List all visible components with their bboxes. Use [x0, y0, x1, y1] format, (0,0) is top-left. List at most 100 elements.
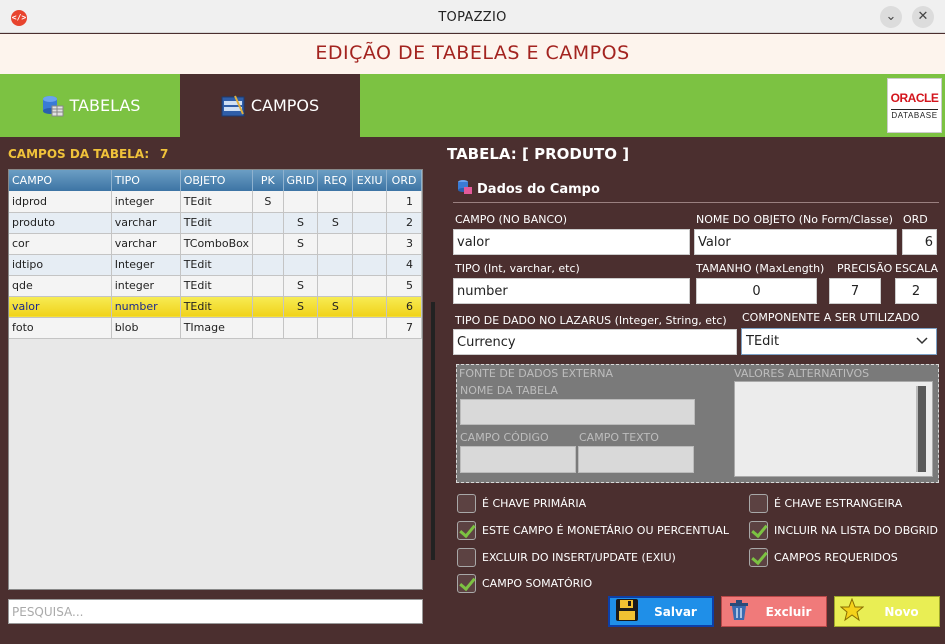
checkbox-box[interactable]	[457, 548, 476, 567]
cell-campo[interactable]: produto	[9, 212, 112, 234]
campo-codigo-field[interactable]	[460, 446, 576, 473]
cell-tipo[interactable]: number	[111, 296, 181, 318]
cell-objeto[interactable]: TEdit	[180, 254, 254, 276]
col-header-ord[interactable]: ORD	[386, 170, 422, 191]
close-button[interactable]: ✕	[912, 6, 934, 28]
tab-campos[interactable]: CAMPOS	[180, 74, 360, 137]
excluir-button[interactable]: Excluir	[721, 596, 827, 627]
checkbox-box-checked[interactable]	[749, 521, 768, 540]
cell-pk[interactable]	[252, 296, 284, 318]
cell-req[interactable]: S	[317, 296, 354, 318]
salvar-button[interactable]: Salvar	[608, 596, 714, 627]
cell-campo[interactable]: idprod	[9, 191, 112, 213]
cell-grid[interactable]: S	[283, 296, 319, 318]
cell-tipo[interactable]: varchar	[111, 233, 181, 255]
vertical-scrollbar[interactable]	[916, 386, 926, 472]
cell-exiu[interactable]	[352, 233, 388, 255]
cell-grid[interactable]	[283, 317, 319, 339]
nome-tabela-field[interactable]	[460, 399, 695, 425]
cell-objeto[interactable]: TImage	[180, 317, 254, 339]
checkbox-box-checked[interactable]	[457, 521, 476, 540]
cell-req[interactable]	[317, 191, 354, 213]
chave-estrangeira-checkbox[interactable]: É CHAVE ESTRANGEIRA	[749, 494, 902, 513]
checkbox-box[interactable]	[457, 494, 476, 513]
cell-tipo[interactable]: integer	[111, 191, 181, 213]
search-input[interactable]	[9, 600, 422, 623]
cell-grid[interactable]: S	[283, 275, 319, 297]
cell-campo[interactable]: cor	[9, 233, 112, 255]
campo-texto-field[interactable]	[578, 446, 694, 473]
campo-somatorio-checkbox[interactable]: CAMPO SOMATÓRIO	[457, 574, 592, 593]
col-header-campo[interactable]: CAMPO	[9, 170, 112, 191]
cell-exiu[interactable]	[352, 191, 388, 213]
cell-ord[interactable]: 6	[386, 296, 422, 318]
cell-ord[interactable]: 7	[386, 317, 422, 339]
table-row[interactable]: idprod integer TEdit S 1	[9, 191, 422, 213]
cell-campo[interactable]: qde	[9, 275, 112, 297]
col-header-req[interactable]: REQ	[317, 170, 354, 191]
col-header-tipo[interactable]: TIPO	[111, 170, 181, 191]
cell-objeto[interactable]: TEdit	[180, 191, 254, 213]
cell-pk[interactable]	[252, 317, 284, 339]
table-row[interactable]: produto varchar TEdit S S 2	[9, 212, 422, 234]
cell-tipo[interactable]: blob	[111, 317, 181, 339]
cell-ord[interactable]: 1	[386, 191, 422, 213]
col-header-objeto[interactable]: OBJETO	[180, 170, 254, 191]
col-header-exiu[interactable]: EXIU	[352, 170, 388, 191]
componente-select[interactable]: TEdit	[741, 328, 937, 355]
cell-req[interactable]	[317, 233, 354, 255]
cell-exiu[interactable]	[352, 296, 388, 318]
search-field[interactable]	[8, 599, 423, 624]
cell-req[interactable]	[317, 275, 354, 297]
col-header-pk[interactable]: PK	[252, 170, 284, 191]
cell-exiu[interactable]	[352, 275, 388, 297]
cell-ord[interactable]: 2	[386, 212, 422, 234]
excluir-insert-update-checkbox[interactable]: EXCLUIR DO INSERT/UPDATE (EXIU)	[457, 548, 676, 567]
cell-grid[interactable]	[283, 191, 319, 213]
tipo-lazarus-field[interactable]: Currency	[453, 329, 737, 355]
cell-exiu[interactable]	[352, 212, 388, 234]
cell-objeto[interactable]: TEdit	[180, 212, 254, 234]
tamanho-field[interactable]: 0	[696, 278, 817, 304]
cell-pk[interactable]	[252, 212, 284, 234]
table-row[interactable]: qde integer TEdit S 5	[9, 275, 422, 297]
cell-grid[interactable]: S	[283, 212, 319, 234]
tipo-field[interactable]: number	[453, 278, 690, 304]
table-row[interactable]: idtipo Integer TEdit 4	[9, 254, 422, 276]
cell-ord[interactable]: 5	[386, 275, 422, 297]
cell-exiu[interactable]	[352, 254, 388, 276]
cell-tipo[interactable]: integer	[111, 275, 181, 297]
tab-tabelas[interactable]: TABELAS	[0, 74, 180, 137]
cell-campo[interactable]: foto	[9, 317, 112, 339]
table-row[interactable]: foto blob TImage 7	[9, 317, 422, 339]
minimize-button[interactable]: ⌄	[880, 6, 902, 28]
valores-alternativos-memo[interactable]	[734, 381, 933, 477]
checkbox-box[interactable]	[749, 494, 768, 513]
ord-field[interactable]: 6	[902, 229, 937, 255]
campos-requeridos-checkbox[interactable]: CAMPOS REQUERIDOS	[749, 548, 898, 567]
cell-campo[interactable]: valor	[9, 296, 112, 318]
incluir-dbgrid-checkbox[interactable]: INCLUIR NA LISTA DO DBGRID	[749, 521, 938, 540]
cell-tipo[interactable]: varchar	[111, 212, 181, 234]
escala-field[interactable]: 2	[895, 278, 937, 304]
monetario-checkbox[interactable]: ESTE CAMPO É MONETÁRIO OU PERCENTUAL	[457, 521, 729, 540]
fields-grid[interactable]: CAMPO TIPO OBJETO PK GRID REQ EXIU ORD i…	[8, 169, 423, 590]
chave-primaria-checkbox[interactable]: É CHAVE PRIMÁRIA	[457, 494, 586, 513]
cell-grid[interactable]: S	[283, 233, 319, 255]
col-header-grid[interactable]: GRID	[283, 170, 319, 191]
cell-exiu[interactable]	[352, 317, 388, 339]
checkbox-box-checked[interactable]	[749, 548, 768, 567]
cell-pk[interactable]	[252, 254, 284, 276]
precisao-field[interactable]: 7	[829, 278, 881, 304]
cell-tipo[interactable]: Integer	[111, 254, 181, 276]
cell-pk[interactable]: S	[252, 191, 284, 213]
table-row[interactable]: valor number TEdit S S 6	[9, 296, 422, 318]
cell-objeto[interactable]: TEdit	[180, 275, 254, 297]
cell-campo[interactable]: idtipo	[9, 254, 112, 276]
cell-ord[interactable]: 4	[386, 254, 422, 276]
panel-splitter[interactable]	[431, 302, 435, 560]
table-row[interactable]: cor varchar TComboBox S 3	[9, 233, 422, 255]
nome-objeto-field[interactable]: Valor	[694, 229, 897, 255]
cell-req[interactable]	[317, 254, 354, 276]
cell-objeto[interactable]: TEdit	[180, 296, 254, 318]
